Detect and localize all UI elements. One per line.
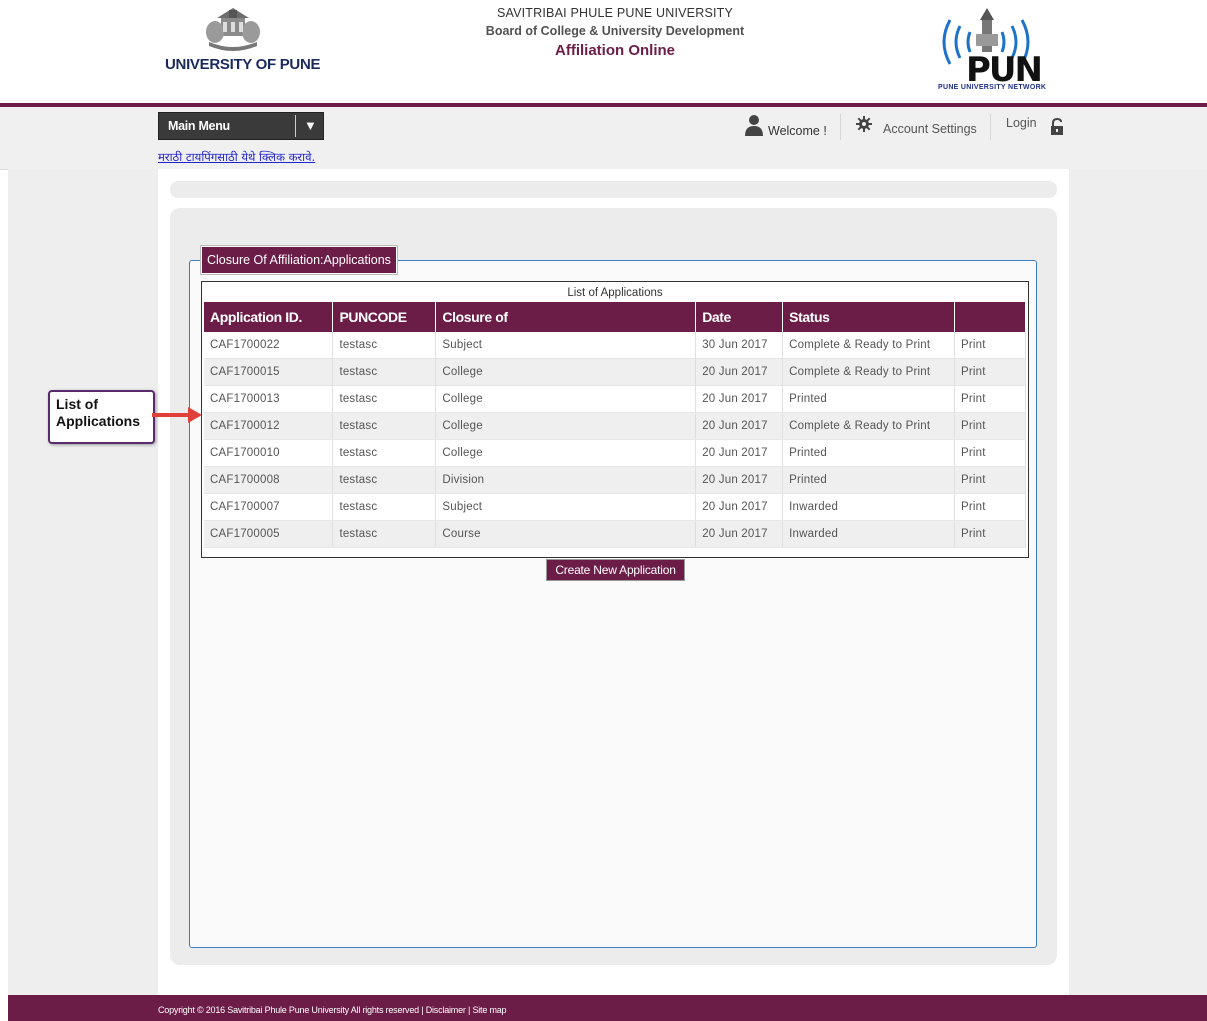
application-id-cell: CAF1700005 <box>204 520 334 548</box>
print-link[interactable]: Print <box>954 439 1026 467</box>
application-id-cell: CAF1700012 <box>204 412 334 440</box>
closure-of-cell: Division <box>435 466 697 494</box>
main-menu-separator <box>295 115 296 137</box>
puncode-cell: testasc <box>332 439 437 467</box>
status-cell: Inwarded <box>782 493 955 521</box>
dropdown-arrow-icon: ▼ <box>304 118 317 133</box>
date-cell: 30 Jun 2017 <box>695 332 784 359</box>
table-caption: List of Applications <box>567 287 663 299</box>
footer-copyright: Copyright © 2016 Savitribai Phule Pune U… <box>158 1005 507 1015</box>
callout-text: List of Applications <box>56 396 140 430</box>
callout-line-2: Applications <box>56 413 141 429</box>
table-row: CAF1700008 testasc Division 20 Jun 2017 … <box>204 466 1026 494</box>
gear-icon <box>856 116 872 132</box>
university-logo-text: UNIVERSITY OF PUNE <box>165 56 321 73</box>
header-title-block: SAVITRIBAI PHULE PUNE UNIVERSITY Board o… <box>430 6 800 59</box>
application-id-cell: CAF1700008 <box>204 466 334 494</box>
applications-table-container: List of Applications Application ID. PUN… <box>201 281 1029 558</box>
print-link[interactable]: Print <box>954 520 1026 548</box>
application-id-cell: CAF1700010 <box>204 439 334 467</box>
print-link[interactable]: Print <box>954 412 1026 440</box>
university-name: SAVITRIBAI PHULE PUNE UNIVERSITY <box>496 6 734 20</box>
date-cell: 20 Jun 2017 <box>695 493 784 521</box>
status-cell: Complete & Ready to Print <box>782 332 955 359</box>
welcome-user[interactable]: Welcome ! <box>744 114 834 138</box>
closure-of-cell: College <box>435 358 697 386</box>
application-id-cell: CAF1700007 <box>204 493 334 521</box>
application-id-cell: CAF1700015 <box>204 358 334 386</box>
annotation-callout: List of Applications <box>48 390 155 444</box>
table-row: CAF1700005 testasc Course 20 Jun 2017 In… <box>204 520 1026 548</box>
status-cell: Complete & Ready to Print <box>782 358 955 386</box>
table-row: CAF1700010 testasc College 20 Jun 2017 P… <box>204 439 1026 467</box>
table-row: CAF1700013 testasc College 20 Jun 2017 P… <box>204 385 1026 413</box>
column-header[interactable]: PUNCODE <box>332 302 437 332</box>
nav-separator <box>990 114 991 140</box>
table-row: CAF1700015 testasc College 20 Jun 2017 C… <box>204 358 1026 386</box>
closure-of-cell: Course <box>435 520 697 548</box>
column-header[interactable]: Closure of <box>435 302 697 332</box>
welcome-label: Welcome ! <box>768 124 827 138</box>
marathi-typing-link[interactable]: मराठी टायपिंगसाठी येथे क्लिक करावे. <box>158 150 315 165</box>
university-of-pune-logo: UNIVERSITY OF PUNE <box>165 8 320 78</box>
column-header[interactable]: Application ID. <box>204 302 334 332</box>
account-settings-link[interactable]: Account Settings <box>856 116 986 140</box>
column-header <box>954 302 1026 332</box>
date-cell: 20 Jun 2017 <box>695 520 784 548</box>
applications-table: Application ID. PUNCODE Closure of Date … <box>204 302 1026 548</box>
board-name: Board of College & University Developmen… <box>485 24 745 38</box>
university-emblem-icon <box>206 8 260 51</box>
closure-of-cell: College <box>435 412 697 440</box>
create-new-application-button[interactable]: Create New Application <box>546 559 685 581</box>
closure-of-cell: Subject <box>435 332 697 359</box>
date-cell: 20 Jun 2017 <box>695 358 784 386</box>
application-id-cell: CAF1700013 <box>204 385 334 413</box>
status-cell: Inwarded <box>782 520 955 548</box>
application-id-cell: CAF1700022 <box>204 332 334 359</box>
account-settings-label: Account Settings <box>883 122 977 136</box>
lock-icon[interactable] <box>1050 118 1064 136</box>
column-header[interactable]: Date <box>695 302 784 332</box>
closure-of-cell: Subject <box>435 493 697 521</box>
status-cell: Printed <box>782 439 955 467</box>
date-cell: 20 Jun 2017 <box>695 439 784 467</box>
closure-of-cell: College <box>435 385 697 413</box>
login-link[interactable]: Login <box>1006 116 1037 130</box>
app-title: Affiliation Online <box>555 42 675 59</box>
date-cell: 20 Jun 2017 <box>695 385 784 413</box>
table-row: CAF1700022 testasc Subject 30 Jun 2017 C… <box>204 332 1026 359</box>
pun-logo-caption: PUNE UNIVERSITY NETWORK <box>938 84 1047 91</box>
main-menu-dropdown[interactable]: Main Menu ▼ <box>158 112 324 140</box>
column-header[interactable]: Status <box>782 302 955 332</box>
table-header-row: Application ID. PUNCODE Closure of Date … <box>204 302 1026 332</box>
print-link[interactable]: Print <box>954 385 1026 413</box>
closure-of-cell: College <box>435 439 697 467</box>
print-link[interactable]: Print <box>954 493 1026 521</box>
date-cell: 20 Jun 2017 <box>695 466 784 494</box>
user-icon <box>745 115 763 136</box>
table-row: CAF1700007 testasc Subject 20 Jun 2017 I… <box>204 493 1026 521</box>
annotation-arrow <box>152 407 202 423</box>
status-cell: Printed <box>782 385 955 413</box>
print-link[interactable]: Print <box>954 332 1026 359</box>
puncode-cell: testasc <box>332 412 437 440</box>
breadcrumb-strip <box>170 181 1057 198</box>
fieldset-legend: Closure Of Affiliation:Applications <box>200 245 398 275</box>
puncode-cell: testasc <box>332 385 437 413</box>
callout-line-1: List of <box>56 396 98 412</box>
nav-separator <box>840 114 841 140</box>
puncode-cell: testasc <box>332 358 437 386</box>
main-menu-label: Main Menu <box>168 119 230 133</box>
puncode-cell: testasc <box>332 520 437 548</box>
print-link[interactable]: Print <box>954 358 1026 386</box>
puncode-cell: testasc <box>332 466 437 494</box>
print-link[interactable]: Print <box>954 466 1026 494</box>
table-row: CAF1700012 testasc College 20 Jun 2017 C… <box>204 412 1026 440</box>
date-cell: 20 Jun 2017 <box>695 412 784 440</box>
puncode-cell: testasc <box>332 493 437 521</box>
status-cell: Complete & Ready to Print <box>782 412 955 440</box>
pun-network-logo: PUN PUNE UNIVERSITY NETWORK <box>930 6 1055 96</box>
status-cell: Printed <box>782 466 955 494</box>
puncode-cell: testasc <box>332 332 437 359</box>
